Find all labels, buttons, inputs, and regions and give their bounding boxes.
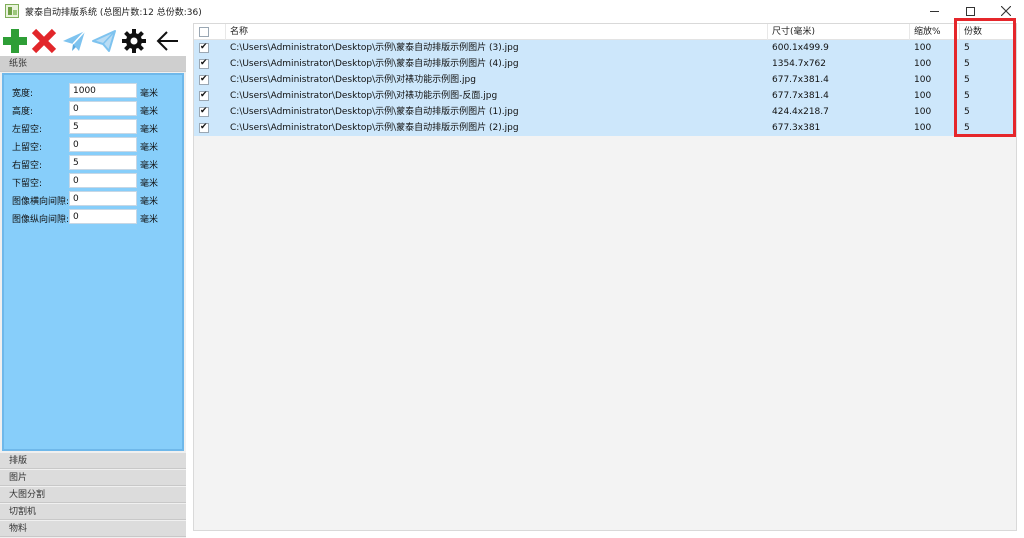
cell-size: 424.4x218.7 [772, 107, 829, 117]
send-button[interactable] [59, 26, 89, 56]
field-label: 左留空: [12, 125, 43, 135]
section-split[interactable]: 大图分割 [0, 487, 186, 503]
app-logo-icon [5, 4, 19, 18]
window-title: 蒙泰自动排版系统 (总图片数:12 总份数:36) [25, 8, 202, 18]
delete-button[interactable] [29, 26, 59, 56]
cell-name: C:\Users\Administrator\Desktop\示例\对裱功能示例… [230, 91, 498, 101]
left-margin-input[interactable] [69, 119, 137, 134]
check-icon: ✔ [200, 74, 208, 84]
section-cutter[interactable]: 切割机 [0, 504, 186, 520]
width-input[interactable] [69, 83, 137, 98]
cell-scale[interactable]: 100 [910, 104, 960, 120]
copies-column-highlight [954, 18, 1016, 137]
cell-size: 600.1x499.9 [772, 43, 829, 53]
cell-scale[interactable]: 100 [910, 72, 960, 88]
header-name[interactable]: 名称 [226, 24, 768, 40]
minimize-icon [929, 10, 939, 12]
field-horizontal-gap: 图像横向间隙: 毫米 [12, 191, 182, 207]
field-unit: 毫米 [140, 107, 159, 117]
cell-name: C:\Users\Administrator\Desktop\示例\蒙泰自动排版… [230, 43, 519, 53]
field-label: 高度: [12, 107, 34, 117]
check-icon: ✔ [200, 58, 208, 68]
right-margin-input[interactable] [69, 155, 137, 170]
field-width: 宽度: 毫米 [12, 83, 182, 99]
table-row[interactable]: ✔ C:\Users\Administrator\Desktop\示例\对裱功能… [194, 88, 1016, 104]
height-input[interactable] [69, 101, 137, 116]
field-unit: 毫米 [140, 197, 159, 207]
check-icon: ✔ [200, 90, 208, 100]
send-outline-button[interactable] [89, 26, 119, 56]
left-panel: 纸张 宽度: 毫米 高度: 毫米 左留空: 毫米 上留空: 毫米 右留空: 毫米 [0, 56, 186, 538]
table-row[interactable]: ✔ C:\Users\Administrator\Desktop\示例\蒙泰自动… [194, 56, 1016, 72]
cell-size: 677.3x381 [772, 123, 821, 133]
field-label: 宽度: [12, 89, 34, 99]
cell-scale[interactable]: 100 [910, 56, 960, 72]
header-scale[interactable]: 缩放% [910, 24, 960, 40]
field-unit: 毫米 [140, 179, 159, 189]
plus-icon [3, 29, 27, 53]
table-row[interactable]: ✔ C:\Users\Administrator\Desktop\示例\对裱功能… [194, 72, 1016, 88]
cell-scale[interactable]: 100 [910, 120, 960, 136]
field-bottom-margin: 下留空: 毫米 [12, 173, 182, 189]
field-label: 右留空: [12, 161, 43, 171]
bottom-margin-input[interactable] [69, 173, 137, 188]
arrow-left-icon [156, 31, 178, 51]
gear-icon [122, 29, 146, 53]
settings-button[interactable] [119, 26, 149, 56]
field-unit: 毫米 [140, 89, 159, 99]
cell-scale[interactable]: 100 [910, 40, 960, 56]
table-header: 名称 尺寸(毫米) 缩放% 份数 [194, 24, 1016, 40]
section-paper[interactable]: 纸张 [0, 56, 186, 72]
table-row[interactable]: ✔ C:\Users\Administrator\Desktop\示例\蒙泰自动… [194, 40, 1016, 56]
top-margin-input[interactable] [69, 137, 137, 152]
cell-scale[interactable]: 100 [910, 88, 960, 104]
toolbar [0, 26, 186, 56]
field-label: 图像纵向间隙: [12, 215, 70, 225]
cell-size: 677.7x381.4 [772, 75, 829, 85]
field-unit: 毫米 [140, 143, 159, 153]
vertical-gap-input[interactable] [69, 209, 137, 224]
check-icon: ✔ [200, 42, 208, 52]
horizontal-gap-input[interactable] [69, 191, 137, 206]
close-icon [1001, 6, 1011, 16]
back-button[interactable] [153, 26, 183, 56]
cell-size: 1354.7x762 [772, 59, 826, 69]
cell-name: C:\Users\Administrator\Desktop\示例\蒙泰自动排版… [230, 107, 519, 117]
paper-plane-icon [63, 30, 86, 51]
field-top-margin: 上留空: 毫米 [12, 137, 182, 153]
section-layout[interactable]: 排版 [0, 453, 186, 469]
field-left-margin: 左留空: 毫米 [12, 119, 182, 135]
x-icon [31, 28, 57, 54]
field-unit: 毫米 [140, 215, 159, 225]
field-vertical-gap: 图像纵向间隙: 毫米 [12, 209, 182, 225]
add-button[interactable] [0, 26, 30, 56]
section-material[interactable]: 物料 [0, 521, 186, 537]
field-unit: 毫米 [140, 125, 159, 135]
check-icon: ✔ [200, 106, 208, 116]
field-label: 图像横向间隙: [12, 197, 70, 207]
select-all-checkbox[interactable] [199, 27, 209, 37]
field-label: 下留空: [12, 179, 43, 189]
check-icon: ✔ [200, 122, 208, 132]
title-bar: 蒙泰自动排版系统 (总图片数:12 总份数:36) [0, 0, 1024, 22]
paper-settings-panel: 宽度: 毫米 高度: 毫米 左留空: 毫米 上留空: 毫米 右留空: 毫米 下留… [2, 73, 184, 451]
cell-name: C:\Users\Administrator\Desktop\示例\蒙泰自动排版… [230, 123, 519, 133]
minimize-button[interactable] [916, 0, 952, 22]
table-row[interactable]: ✔ C:\Users\Administrator\Desktop\示例\蒙泰自动… [194, 120, 1016, 136]
cell-name: C:\Users\Administrator\Desktop\示例\对裱功能示例… [230, 75, 476, 85]
field-label: 上留空: [12, 143, 43, 153]
cell-name: C:\Users\Administrator\Desktop\示例\蒙泰自动排版… [230, 59, 519, 69]
cell-size: 677.7x381.4 [772, 91, 829, 101]
header-select-all[interactable] [194, 24, 226, 40]
field-unit: 毫米 [140, 161, 159, 171]
image-table: 名称 尺寸(毫米) 缩放% 份数 ✔ C:\Users\Administrato… [193, 23, 1017, 531]
section-images[interactable]: 图片 [0, 470, 186, 486]
field-right-margin: 右留空: 毫米 [12, 155, 182, 171]
table-row[interactable]: ✔ C:\Users\Administrator\Desktop\示例\蒙泰自动… [194, 104, 1016, 120]
paper-plane-outline-icon [92, 30, 116, 52]
field-height: 高度: 毫米 [12, 101, 182, 117]
maximize-icon [965, 6, 975, 16]
header-size[interactable]: 尺寸(毫米) [768, 24, 910, 40]
